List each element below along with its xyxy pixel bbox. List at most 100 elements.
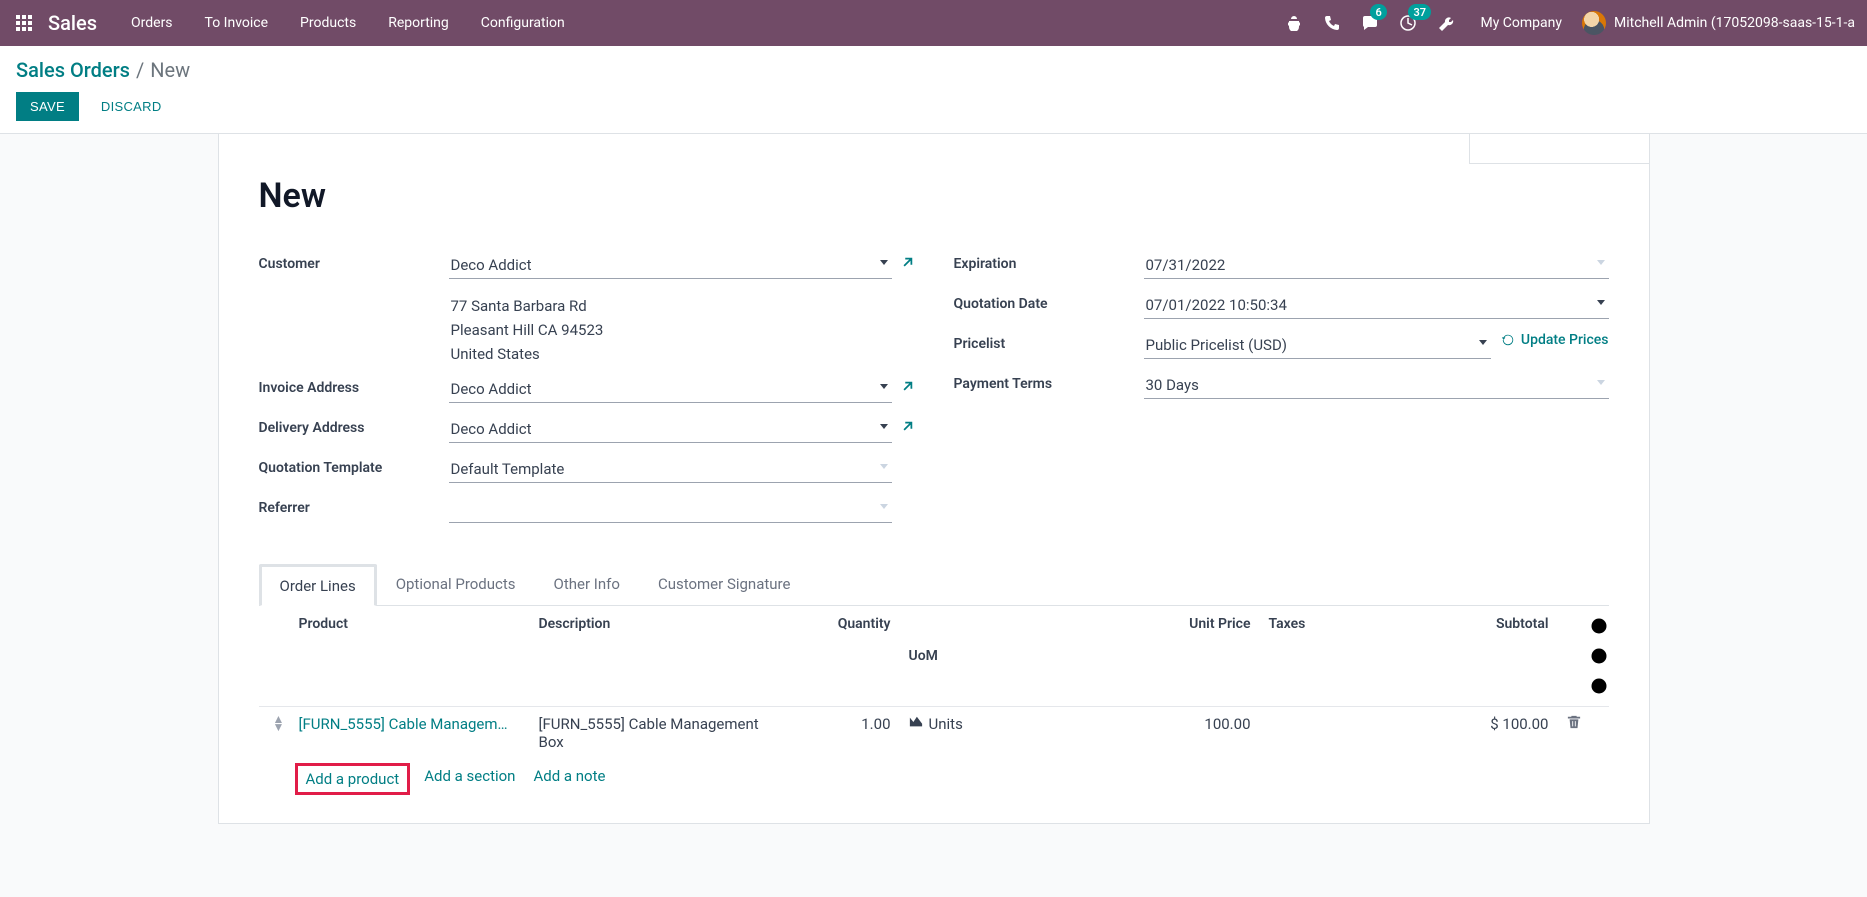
pricelist-input[interactable] xyxy=(1144,332,1491,359)
row-customer: Customer xyxy=(259,252,914,282)
update-prices-link[interactable]: Update Prices xyxy=(1501,332,1609,348)
navbar-left: Sales Orders To Invoice Products Reporti… xyxy=(4,0,581,46)
company-selector[interactable]: My Company xyxy=(1470,15,1572,31)
add-product-link[interactable]: Add a product xyxy=(306,770,400,788)
label-quotation-template: Quotation Template xyxy=(259,456,449,476)
customer-address: 77 Santa Barbara Rd Pleasant Hill CA 945… xyxy=(449,294,892,366)
form-sheet: New Customer xyxy=(218,134,1650,824)
messaging-icon[interactable]: 6 xyxy=(1356,0,1384,46)
label-invoice-address: Invoice Address xyxy=(259,376,449,396)
user-name: Mitchell Admin (17052098-saas-15-1-a xyxy=(1614,15,1855,31)
tab-order-lines[interactable]: Order Lines xyxy=(259,564,377,606)
breadcrumb: Sales Orders / New xyxy=(16,58,1851,82)
menu-reporting[interactable]: Reporting xyxy=(372,0,465,46)
add-note-link[interactable]: Add a note xyxy=(533,767,605,791)
line-subtotal: $ 100.00 xyxy=(1459,715,1559,733)
activities-icon[interactable]: 37 xyxy=(1394,0,1422,46)
line-uom[interactable]: Units xyxy=(929,715,963,733)
address-line2: Pleasant Hill CA 94523 xyxy=(451,318,892,342)
user-avatar-icon xyxy=(1582,11,1606,35)
customer-external-link[interactable] xyxy=(900,252,914,274)
header-subtotal: Subtotal xyxy=(1459,616,1559,696)
form-col-right: Expiration Quotation Date xyxy=(954,252,1609,536)
menu-orders[interactable]: Orders xyxy=(115,0,189,46)
lines-header: Product Description Quantity UoM Unit Pr… xyxy=(259,606,1609,707)
row-referrer: Referrer xyxy=(259,496,914,526)
address-line3: United States xyxy=(451,342,892,366)
referrer-input[interactable] xyxy=(449,496,892,523)
payment-terms-input[interactable] xyxy=(1144,372,1609,399)
control-panel: Sales Orders / New SAVE DISCARD xyxy=(0,46,1867,134)
menu-products[interactable]: Products xyxy=(284,0,372,46)
label-customer: Customer xyxy=(259,252,449,272)
phone-icon[interactable] xyxy=(1318,0,1346,46)
label-quotation-date: Quotation Date xyxy=(954,292,1144,312)
form-col-left: Customer 77 Santa Barbara Rd xyxy=(259,252,914,536)
menu-configuration[interactable]: Configuration xyxy=(465,0,581,46)
quotation-template-input[interactable] xyxy=(449,456,892,483)
sheet-corner-toolbar xyxy=(1469,134,1649,164)
menu-to-invoice[interactable]: To Invoice xyxy=(189,0,285,46)
page-title: New xyxy=(259,176,1609,216)
tab-optional-products[interactable]: Optional Products xyxy=(377,564,535,606)
label-delivery-address: Delivery Address xyxy=(259,416,449,436)
row-quotation-template: Quotation Template xyxy=(259,456,914,486)
quotation-date-input[interactable] xyxy=(1144,292,1609,319)
navbar-right: 6 37 My Company Mitchell Admin (17052098… xyxy=(1280,0,1863,46)
invoice-address-input[interactable] xyxy=(449,376,892,403)
form-wrap: New Customer xyxy=(0,134,1867,824)
label-expiration: Expiration xyxy=(954,252,1144,272)
row-quotation-date: Quotation Date xyxy=(954,292,1609,322)
user-menu[interactable]: Mitchell Admin (17052098-saas-15-1-a xyxy=(1582,11,1855,35)
label-pricelist: Pricelist xyxy=(954,332,1144,352)
order-lines-table: Product Description Quantity UoM Unit Pr… xyxy=(259,606,1609,799)
action-buttons: SAVE DISCARD xyxy=(16,92,1851,121)
app-brand[interactable]: Sales xyxy=(44,11,115,35)
customer-input[interactable] xyxy=(449,252,892,279)
line-product[interactable]: [FURN_5555] Cable Managem… xyxy=(299,715,539,733)
header-product: Product xyxy=(299,616,539,696)
delivery-external-link[interactable] xyxy=(900,416,914,438)
update-prices-label: Update Prices xyxy=(1521,332,1609,348)
delete-line-button[interactable] xyxy=(1567,715,1581,733)
discard-button[interactable]: DISCARD xyxy=(87,92,176,121)
navbar: Sales Orders To Invoice Products Reporti… xyxy=(0,0,1867,46)
label-payment-terms: Payment Terms xyxy=(954,372,1144,392)
row-invoice-address: Invoice Address xyxy=(259,376,914,406)
add-links-row: Add a product Add a section Add a note xyxy=(259,759,1609,799)
address-line1: 77 Santa Barbara Rd xyxy=(451,294,892,318)
header-unit-price: Unit Price xyxy=(1079,616,1259,696)
breadcrumb-separator: / xyxy=(136,58,144,82)
highlight-add-product: Add a product xyxy=(295,763,411,795)
invoice-external-link[interactable] xyxy=(900,376,914,398)
header-description: Description xyxy=(539,616,779,696)
tab-other-info[interactable]: Other Info xyxy=(535,564,639,606)
row-pricelist: Pricelist Update Prices xyxy=(954,332,1609,362)
row-expiration: Expiration xyxy=(954,252,1609,282)
line-unit-price[interactable]: 100.00 xyxy=(1079,715,1259,733)
activities-badge: 37 xyxy=(1408,4,1431,20)
debug-icon[interactable] xyxy=(1280,0,1308,46)
forecast-icon[interactable] xyxy=(909,715,923,733)
header-quantity: Quantity xyxy=(779,616,899,696)
apps-grid-icon xyxy=(16,15,32,31)
table-row[interactable]: ▲▼ [FURN_5555] Cable Managem… [FURN_5555… xyxy=(259,707,1609,759)
save-button[interactable]: SAVE xyxy=(16,92,79,121)
line-description[interactable]: [FURN_5555] Cable Management Box xyxy=(539,715,779,751)
columns-menu-button[interactable] xyxy=(1589,616,1609,696)
breadcrumb-root[interactable]: Sales Orders xyxy=(16,58,130,82)
label-referrer: Referrer xyxy=(259,496,449,516)
add-section-link[interactable]: Add a section xyxy=(424,767,515,791)
navbar-menu: Orders To Invoice Products Reporting Con… xyxy=(115,0,581,46)
apps-menu-button[interactable] xyxy=(4,0,44,46)
tab-customer-signature[interactable]: Customer Signature xyxy=(639,564,810,606)
row-address: 77 Santa Barbara Rd Pleasant Hill CA 945… xyxy=(259,292,914,366)
line-quantity[interactable]: 1.00 xyxy=(779,715,899,733)
header-taxes: Taxes xyxy=(1259,616,1459,696)
breadcrumb-current: New xyxy=(150,58,190,82)
drag-handle-icon[interactable]: ▲▼ xyxy=(273,715,285,732)
expiration-input[interactable] xyxy=(1144,252,1609,279)
form-grid: Customer 77 Santa Barbara Rd xyxy=(259,252,1609,536)
delivery-address-input[interactable] xyxy=(449,416,892,443)
tools-icon[interactable] xyxy=(1432,0,1460,46)
